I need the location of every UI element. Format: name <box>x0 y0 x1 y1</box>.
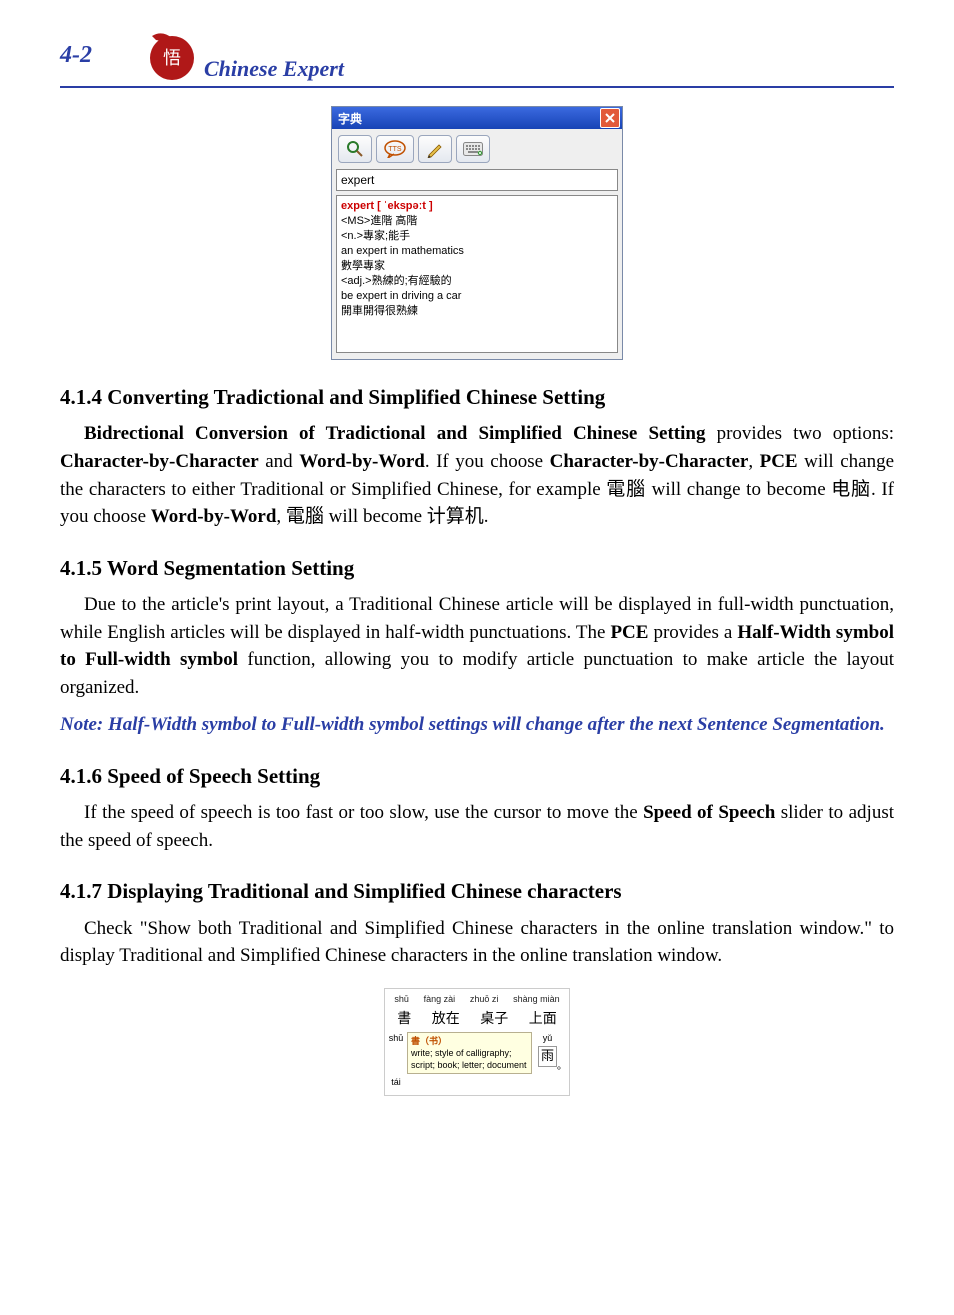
section-heading: 4.1.6 Speed of Speech Setting <box>60 761 894 791</box>
result-line: <adj.>熟練的;有經驗的 <box>341 274 613 289</box>
paragraph: Bidrectional Conversion of Tradictional … <box>60 420 894 530</box>
section-heading: 4.1.4 Converting Tradictional and Simpli… <box>60 382 894 412</box>
hanzi-row: 書 放在 桌子 上面 <box>387 1008 567 1028</box>
tooltip-headword: 書（书） <box>411 1035 528 1047</box>
close-button[interactable] <box>600 108 620 128</box>
brand-title: Chinese Expert <box>204 56 344 82</box>
document-body: 4.1.4 Converting Tradictional and Simpli… <box>60 382 894 1096</box>
result-line: <MS>進階 高階 <box>341 214 613 229</box>
tooltip-body: write; style of calligraphy; script; boo… <box>411 1047 528 1071</box>
result-line: an expert in mathematics <box>341 244 613 259</box>
paragraph: If the speed of speech is too fast or to… <box>60 799 894 854</box>
window-title: 字典 <box>338 110 600 127</box>
tts-button[interactable]: TTS <box>376 135 414 163</box>
pencil-icon <box>426 140 444 158</box>
section-heading: 4.1.5 Word Segmentation Setting <box>60 553 894 583</box>
keyboard-icon <box>463 142 483 156</box>
result-line: 數學專家 <box>341 259 613 274</box>
result-pane: expert [ ˈekspəːt ] <MS>進階 高階 <n.>專家;能手 … <box>336 195 618 353</box>
edit-button[interactable] <box>418 135 452 163</box>
paragraph: Due to the article's print layout, a Tra… <box>60 591 894 701</box>
result-headword: expert [ ˈekspəːt ] <box>341 199 613 214</box>
speech-bubble-icon: TTS <box>384 140 406 158</box>
page-header: 4-2 悟 Chinese Expert <box>60 28 894 88</box>
note: Note: Half-Width symbol to Full-width sy… <box>60 711 894 739</box>
tooltip: 書（书） write; style of calligraphy; script… <box>407 1032 532 1074</box>
search-input-value: expert <box>341 173 374 187</box>
page-number: 4-2 <box>60 42 92 69</box>
result-line: 開車開得很熟練 <box>341 304 613 319</box>
svg-text:悟: 悟 <box>163 48 181 68</box>
dictionary-window: 字典 TTS expert expert [ ˈekspəːt ] <MS>進階… <box>331 106 623 360</box>
result-line: be expert in driving a car <box>341 289 613 304</box>
pinyin-row: shū fàng zài zhuō zi shàng miàn <box>387 993 567 1006</box>
close-icon <box>605 113 615 123</box>
magnifier-icon <box>346 140 364 158</box>
result-line: <n.>專家;能手 <box>341 229 613 244</box>
keyboard-button[interactable] <box>456 135 490 163</box>
section-heading: 4.1.7 Displaying Traditional and Simplif… <box>60 876 894 906</box>
search-button[interactable] <box>338 135 372 163</box>
toolbar: TTS <box>332 129 622 167</box>
brand-logo: 悟 <box>142 28 196 82</box>
search-input[interactable]: expert <box>336 169 618 191</box>
paragraph: Check "Show both Traditional and Simplif… <box>60 915 894 970</box>
svg-text:TTS: TTS <box>388 146 402 153</box>
translation-popup: shū fàng zài zhuō zi shàng miàn 書 放在 桌子 … <box>384 988 570 1096</box>
window-titlebar: 字典 <box>332 107 622 129</box>
